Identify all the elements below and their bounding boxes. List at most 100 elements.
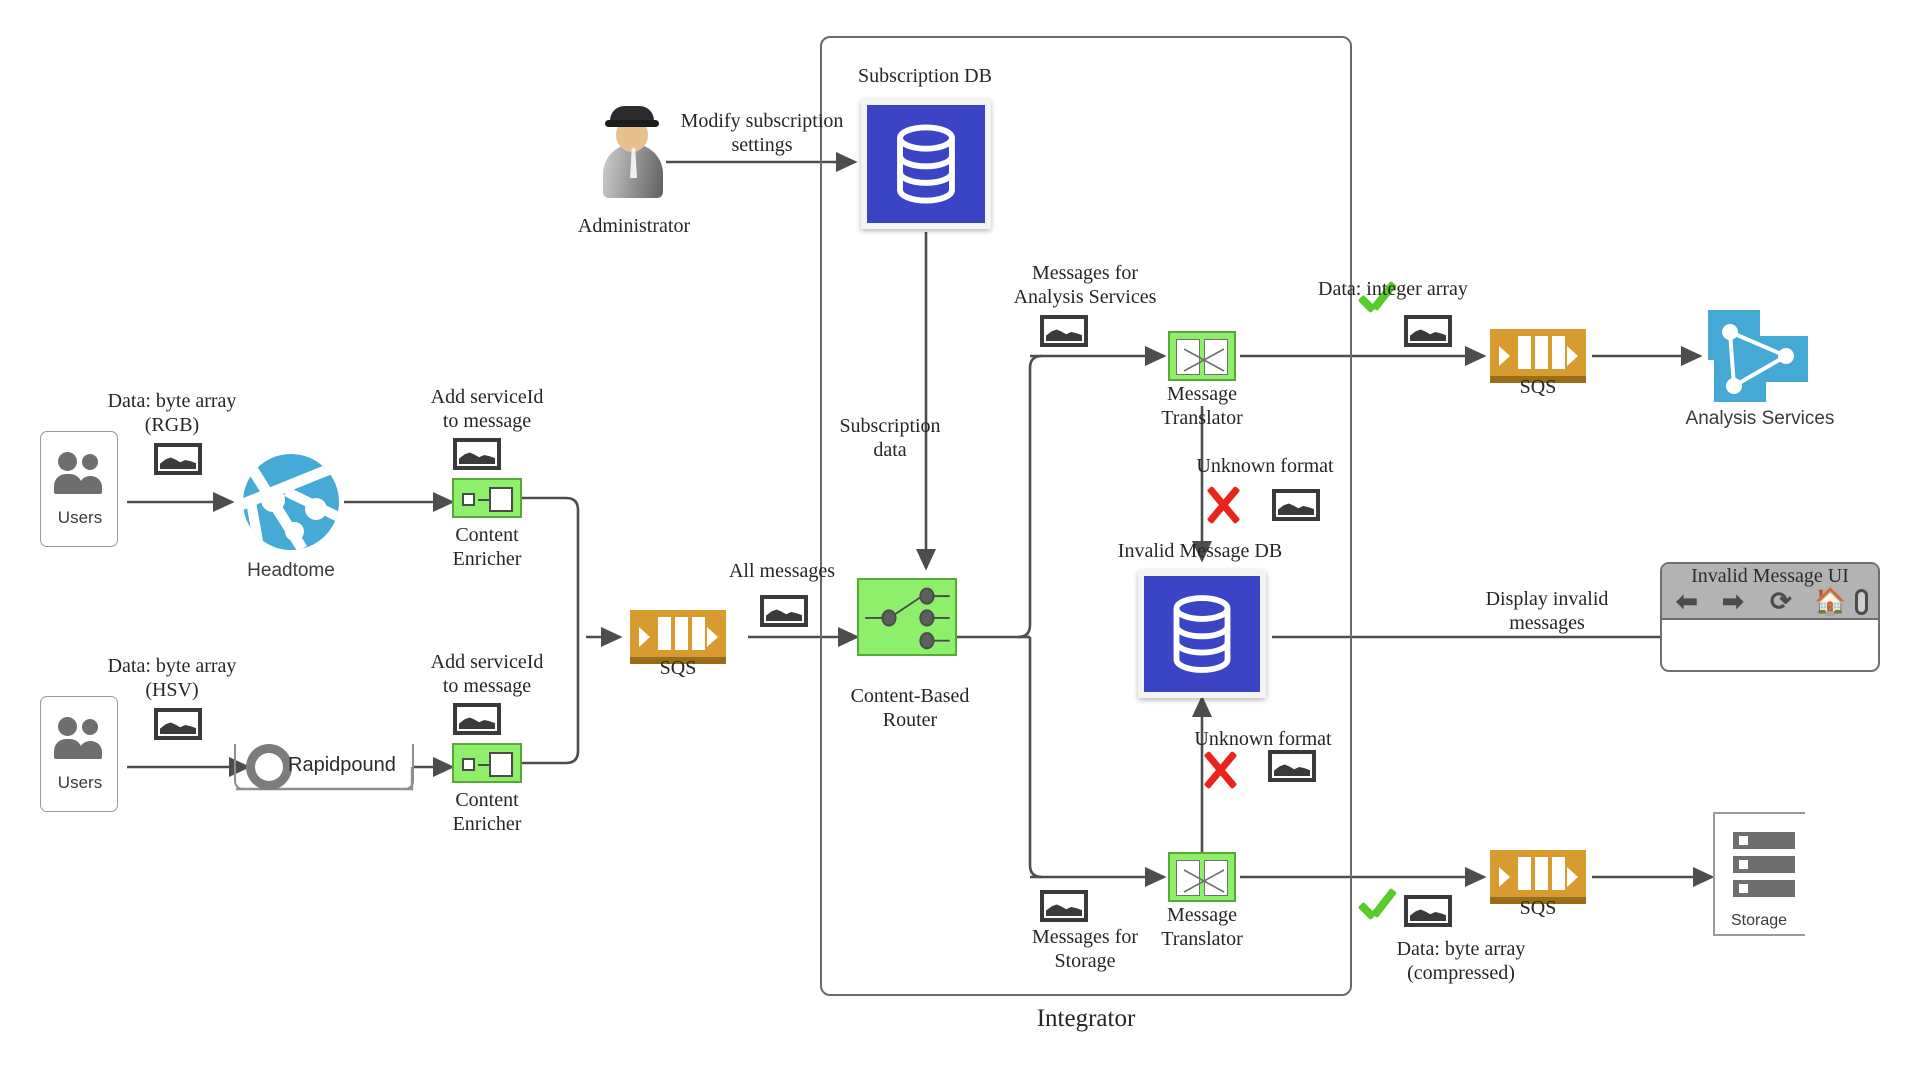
sqs-analysis-queue — [1490, 329, 1586, 383]
play-triangle-icon — [639, 627, 650, 647]
message-icon — [453, 438, 501, 470]
aperture-icon — [246, 744, 292, 790]
database-cylinder-icon — [1173, 595, 1231, 673]
play-triangle-icon — [1499, 867, 1510, 887]
message-icon — [1272, 489, 1320, 521]
message-icon — [1404, 895, 1452, 927]
sqs-analysis-label: SQS — [1519, 376, 1557, 398]
picture-glyph — [459, 452, 495, 464]
message-translator-bottom-label: Message Translator — [1161, 904, 1243, 950]
architecture-diagram: Integrator Users Data: byte array (RGB) … — [0, 0, 1918, 1090]
sqs-storage-queue — [1490, 850, 1586, 904]
small-square-icon — [462, 758, 475, 771]
data-byte-array-label: Data: byte array (compressed) — [1396, 938, 1526, 984]
router-switch-icon — [865, 587, 950, 650]
invalid-message-ui[interactable]: Invalid Message UI ⬅ ➡ ⟳ 🏠 — [1660, 562, 1880, 672]
content-based-router-label: Content-Based Router — [850, 685, 970, 731]
picture-glyph — [1278, 503, 1314, 515]
message-icon — [154, 443, 202, 475]
administrator-label: Administrator — [577, 215, 691, 237]
unknown-format-top-label: Unknown format — [1196, 455, 1334, 477]
data-rgb-label: Data: byte array (RGB) — [107, 390, 237, 436]
message-icon — [453, 703, 501, 735]
message-icon — [1404, 315, 1452, 347]
users-bottom-label: Users — [57, 773, 103, 792]
picture-glyph — [1274, 764, 1310, 776]
subscription-db — [861, 99, 991, 229]
user-body-icon — [54, 474, 82, 494]
message-translator-top — [1168, 331, 1236, 381]
home-icon[interactable]: 🏠 — [1814, 589, 1846, 615]
picture-glyph — [1046, 329, 1082, 341]
back-arrow-icon[interactable]: ⬅ — [1676, 589, 1698, 615]
node-dot-icon — [305, 498, 327, 520]
picture-glyph — [160, 722, 196, 734]
picture-glyph — [766, 609, 802, 621]
invalid-message-db — [1138, 570, 1266, 698]
picture-glyph — [160, 457, 196, 469]
user-head-icon — [82, 719, 98, 735]
analysis-services-label: Analysis Services — [1685, 408, 1835, 429]
users-top-label: Users — [57, 508, 103, 527]
message-translator-bottom — [1168, 852, 1236, 902]
user-body-icon — [79, 476, 102, 494]
administrator-actor — [601, 104, 667, 200]
unknown-format-bottom-label: Unknown format — [1194, 728, 1332, 750]
server-bar-icon — [1733, 880, 1795, 897]
sqs-storage-label: SQS — [1519, 897, 1557, 919]
subscription-db-label: Subscription DB — [858, 65, 992, 87]
picture-glyph — [1410, 909, 1446, 921]
content-enricher-top — [452, 478, 522, 518]
modify-subscription-label: Modify subscription settings — [680, 110, 844, 156]
cross-lines-icon — [1183, 348, 1225, 372]
headtome-label: Headtome — [247, 560, 335, 581]
message-icon — [1268, 750, 1316, 782]
enricher-bottom-label: Content Enricher — [452, 789, 522, 835]
message-icon — [1040, 315, 1088, 347]
picture-glyph — [459, 717, 495, 729]
database-cylinder-icon — [897, 124, 955, 204]
content-based-router — [857, 578, 957, 656]
play-triangle-icon — [1567, 346, 1578, 366]
users-top: Users — [40, 431, 118, 547]
user-body-icon — [79, 741, 102, 759]
integrator-label: Integrator — [1036, 1005, 1136, 1032]
invalid-message-ui-title: Invalid Message UI — [1691, 565, 1849, 587]
storage-label: Storage — [1730, 912, 1788, 929]
play-triangle-icon — [707, 627, 718, 647]
cross-lines-icon — [1183, 869, 1225, 893]
cross-mark-icon — [1200, 750, 1240, 790]
data-integer-array-label: Data: integer array — [1318, 278, 1468, 300]
headtome-service — [243, 454, 339, 550]
messages-for-analysis-label: Messages for Analysis Services — [1013, 262, 1157, 308]
sqs-ingest-label: SQS — [659, 657, 697, 679]
large-square-icon — [489, 487, 513, 512]
node-dot-icon — [285, 522, 304, 541]
forward-arrow-icon[interactable]: ➡ — [1722, 589, 1744, 615]
content-enricher-bottom — [452, 743, 522, 783]
small-square-icon — [462, 493, 475, 506]
users-bottom: Users — [40, 696, 118, 812]
data-hsv-label: Data: byte array (HSV) — [107, 655, 237, 701]
play-triangle-icon — [1499, 346, 1510, 366]
sqs-ingest-queue — [630, 610, 726, 664]
user-head-icon — [82, 454, 98, 470]
address-bar[interactable] — [1855, 589, 1868, 615]
rapidpound-label: Rapidpound — [288, 754, 396, 776]
message-icon — [154, 708, 202, 740]
reload-icon[interactable]: ⟳ — [1770, 589, 1792, 615]
user-body-icon — [54, 739, 82, 759]
display-invalid-label: Display invalid messages — [1485, 588, 1609, 634]
node-dot-icon — [261, 488, 285, 512]
message-icon — [760, 595, 808, 627]
message-translator-top-label: Message Translator — [1161, 383, 1243, 429]
analysis-services — [1702, 310, 1810, 402]
server-bar-icon — [1733, 832, 1795, 849]
cross-mark-icon — [1203, 485, 1243, 525]
user-head-icon — [58, 452, 77, 471]
subscription-data-label: Subscription data — [839, 415, 941, 461]
play-triangle-icon — [1567, 867, 1578, 887]
all-messages-label: All messages — [728, 560, 836, 582]
picture-glyph — [1410, 329, 1446, 341]
large-square-icon — [489, 752, 513, 777]
